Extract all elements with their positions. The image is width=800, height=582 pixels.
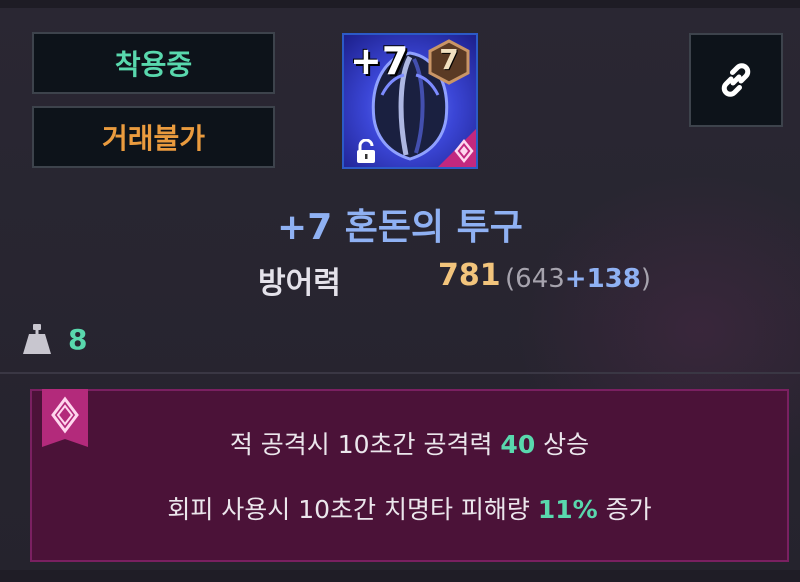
defense-value: 781	[438, 258, 501, 293]
attack-bonus-value: 40	[500, 430, 536, 459]
section-divider	[0, 372, 800, 374]
bottom-strip	[0, 570, 800, 582]
defense-bonus: +138	[564, 264, 641, 294]
set-effect-line-1: 적 공격시 10초간 공격력 40 상승	[30, 425, 789, 461]
breakdown-open-paren: (	[505, 264, 516, 294]
item-icon-frame[interactable]: +7 7	[342, 33, 478, 169]
breakdown-close-paren: )	[640, 264, 652, 294]
link-icon	[721, 63, 751, 97]
set-line-1-text-start: 적 공격시 10초간 공격력	[229, 430, 501, 459]
set-effect-box	[30, 389, 789, 562]
crit-damage-bonus-value: 11%	[537, 495, 598, 524]
grade-number: 7	[439, 43, 459, 76]
defense-label: 방어력	[258, 266, 341, 301]
set-line-1-text-end: 상승	[535, 430, 590, 459]
equipped-tag: 착용중	[32, 32, 275, 94]
rune-corner-icon	[438, 129, 476, 167]
enhance-badge: +7	[350, 39, 409, 83]
set-line-2-text-end: 증가	[597, 495, 652, 524]
defense-base: 643	[515, 264, 565, 294]
weight-value: 8	[68, 323, 88, 356]
share-link-button[interactable]	[689, 33, 783, 127]
top-divider	[0, 0, 800, 8]
untradable-tag: 거래불가	[32, 106, 275, 168]
item-name: +7 혼돈의 투구	[277, 207, 523, 248]
set-effect-line-2: 회피 사용시 10초간 치명타 피해량 11% 증가	[30, 490, 789, 526]
defense-breakdown: (643+138)	[505, 264, 651, 294]
set-line-2-text-start: 회피 사용시 10초간 치명타 피해량	[167, 495, 538, 524]
weight-icon	[23, 324, 51, 354]
lock-icon	[357, 139, 375, 163]
